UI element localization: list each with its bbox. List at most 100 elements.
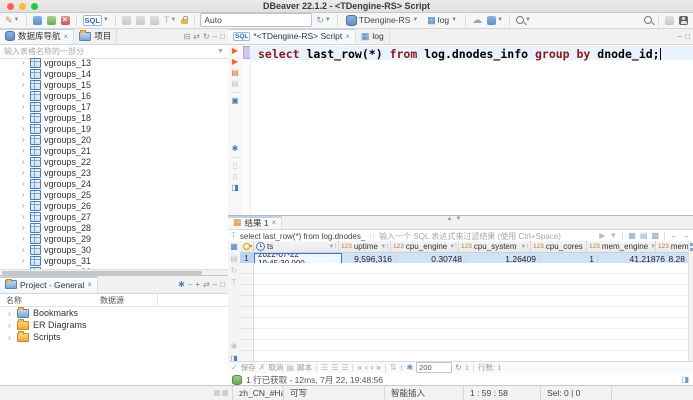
save-rows-icon[interactable]: ✓	[231, 364, 238, 372]
transaction-mode-button[interactable]: T▼	[163, 14, 177, 27]
gear-icon[interactable]: ✱	[406, 364, 413, 372]
network-button[interactable]: ▼	[486, 14, 504, 27]
prev-page-icon[interactable]: ‹	[365, 364, 368, 372]
panel-shortcut-icon[interactable]	[214, 390, 220, 396]
apply-filter-icon[interactable]: ▶	[599, 232, 605, 240]
chevron-right-icon[interactable]: ›	[22, 168, 27, 177]
link-with-editor-icon[interactable]: ⇄	[193, 32, 200, 41]
chevron-right-icon[interactable]: ›	[22, 245, 27, 254]
active-database-combo[interactable]: ▦log▼	[424, 14, 460, 26]
tree-item[interactable]: ›vgroups_26	[0, 200, 228, 211]
caret-position-indicator[interactable]: 1 : 59 : 58	[463, 386, 540, 400]
script-rows-icon[interactable]: ▤	[286, 364, 294, 372]
next-page-icon[interactable]: ›	[371, 364, 374, 372]
maximize-panel-icon[interactable]: □	[685, 32, 690, 41]
sql-editor[interactable]: ▶ ▶ ▤ ▤ ▣ ✱ ▯ ▯ ◨ select last_row(*) fro…	[228, 44, 693, 215]
tree-item[interactable]: ›vgroups_29	[0, 233, 228, 244]
export-icon[interactable]: ↑	[399, 364, 403, 372]
custom-filter-icon[interactable]: T	[231, 232, 236, 240]
column-header-name[interactable]: 名称	[6, 295, 86, 306]
chevron-right-icon[interactable]: ›	[22, 234, 27, 243]
tree-item[interactable]: ›vgroups_21	[0, 145, 228, 156]
save-label[interactable]: 保存	[241, 362, 256, 373]
chevron-right-icon[interactable]: ›	[22, 212, 27, 221]
minimize-panel-icon[interactable]: ‒	[678, 32, 682, 41]
tab-log[interactable]: ▦ log	[356, 28, 390, 44]
filter-sort-icon[interactable]: ▼!	[449, 244, 457, 250]
tab-projects[interactable]: 项目	[74, 28, 117, 44]
filter-sort-icon[interactable]: ▼!	[380, 244, 388, 250]
filter-sort-icon[interactable]: ▼!	[328, 244, 336, 250]
filter-T-icon[interactable]: T	[232, 279, 237, 287]
tab-sql-script[interactable]: SQL *<TDengine-RS> Script ×	[228, 28, 356, 44]
collapse-icon[interactable]: ‒	[188, 280, 192, 289]
chevron-right-icon[interactable]: ›	[22, 69, 27, 78]
gear-icon[interactable]: ✱	[178, 280, 185, 289]
panel-toggle-icon[interactable]: ◨	[231, 184, 239, 192]
cancel-label[interactable]: 取消	[268, 362, 283, 373]
tree-item[interactable]: ›vgroups_14	[0, 68, 228, 79]
text-view-icon[interactable]: ▤	[230, 255, 238, 263]
close-icon[interactable]: ×	[64, 32, 69, 41]
project-item-scripts[interactable]: ›Scripts	[0, 331, 228, 343]
save-button[interactable]	[121, 14, 132, 27]
tree-item[interactable]: ›vgroups_18	[0, 112, 228, 123]
chevron-right-icon[interactable]: ›	[22, 80, 27, 89]
execute-statement-icon[interactable]: ▶	[232, 47, 238, 55]
minimize-panel-icon[interactable]: ‒	[213, 32, 217, 41]
refresh-icon[interactable]: ↻	[231, 267, 238, 275]
execute-new-tab-icon[interactable]: ▶	[232, 58, 238, 66]
script-label[interactable]: 脚本	[297, 362, 312, 373]
chevron-right-icon[interactable]: ›	[22, 102, 27, 111]
tree-item[interactable]: ›vgroups_16	[0, 90, 228, 101]
chevron-right-icon[interactable]: ›	[22, 157, 27, 166]
close-icon[interactable]: ×	[345, 32, 350, 41]
explain-plan-icon[interactable]: ▣	[231, 97, 239, 105]
tree-item[interactable]: ›vgroups_30	[0, 244, 228, 255]
fetch-all-icon[interactable]: ⇅	[390, 364, 397, 372]
quick-search-button[interactable]: ▼	[515, 14, 532, 27]
grid-view-icon[interactable]: ▦	[230, 243, 238, 251]
panel-toggle-top-icon[interactable]	[690, 243, 693, 246]
filter-sort-icon[interactable]: ▼!	[520, 244, 528, 250]
tree-item[interactable]: ›vgroups_17	[0, 101, 228, 112]
chevron-right-icon[interactable]: ›	[22, 124, 27, 133]
filter-settings-icon[interactable]: ▩	[651, 232, 659, 240]
tree-item[interactable]: ›vgroups_25	[0, 189, 228, 200]
open-perspective-button[interactable]	[664, 14, 675, 27]
refresh-icon[interactable]: ↻	[203, 32, 210, 41]
column-header-mem-engine[interactable]: 123mem_engine▼!	[587, 241, 656, 252]
sash-up-icon[interactable]: ▲	[447, 216, 453, 222]
close-icon[interactable]: ×	[87, 280, 92, 289]
sql-code-line[interactable]: select last_row(*) from log.dnodes_info …	[250, 47, 661, 61]
panel-shortcut-icon[interactable]	[222, 390, 228, 396]
chevron-right-icon[interactable]: ›	[8, 321, 13, 330]
new-connection-button[interactable]: ✎▼	[4, 14, 21, 27]
close-icon[interactable]: ×	[272, 218, 277, 227]
active-connection-combo[interactable]: TDengine-RS▼	[343, 14, 421, 26]
tree-item[interactable]: ›vgroups_24	[0, 178, 228, 189]
refresh-icon[interactable]: ↻	[455, 364, 462, 372]
execute-script-dim-icon[interactable]: ▤	[231, 80, 239, 88]
column-header-mem-system[interactable]: 123mem_system	[656, 241, 689, 252]
collapse-all-icon[interactable]: ⊟	[184, 32, 191, 41]
lock-button[interactable]	[180, 14, 189, 27]
tree-item[interactable]: ›vgroups_20	[0, 134, 228, 145]
delete-row-icon[interactable]: ☰	[341, 364, 348, 372]
sash-down-icon[interactable]: ▼	[456, 216, 462, 222]
execute-script-icon[interactable]: ▤	[231, 69, 239, 77]
fetch-size-input[interactable]: 200	[416, 362, 452, 373]
output-icon[interactable]: ▯	[233, 162, 237, 170]
reconnect-button[interactable]	[46, 14, 57, 27]
tab-project-general[interactable]: Project - General ×	[0, 276, 98, 293]
project-item-bookmarks[interactable]: ›Bookmarks	[0, 307, 228, 319]
link-with-editor-icon[interactable]: ⇄	[203, 280, 210, 289]
history-forward-icon[interactable]: →	[682, 232, 690, 240]
tab-database-navigator[interactable]: 数据库导航 ×	[0, 28, 74, 44]
calc-panel-icon[interactable]: ✱	[231, 343, 238, 351]
tree-item[interactable]: ›vgroups_28	[0, 222, 228, 233]
chevron-right-icon[interactable]: ›	[22, 223, 27, 232]
tree-item[interactable]: ›vgroups_15	[0, 79, 228, 90]
chevron-right-icon[interactable]: ›	[22, 135, 27, 144]
cloud-button[interactable]: ☁	[471, 14, 483, 27]
